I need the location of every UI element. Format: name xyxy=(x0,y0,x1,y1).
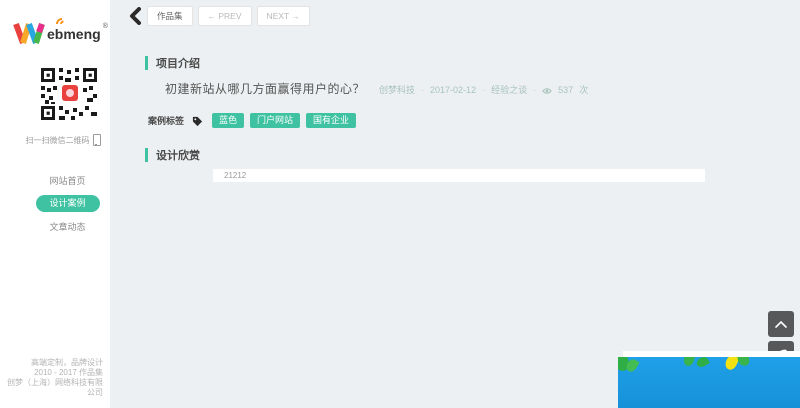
section-title: 设计欣赏 xyxy=(156,147,200,163)
tags-label: 案例标签 xyxy=(148,114,184,127)
article-title: 初建新站从哪几方面赢得用户的心？ xyxy=(165,80,365,97)
prev-button[interactable]: ← PREV xyxy=(198,6,252,26)
topbar: 作品集 ← PREV NEXT → xyxy=(147,6,310,26)
eye-icon xyxy=(542,87,552,95)
meta-separator: · xyxy=(421,85,424,95)
qr-caption-text: 扫一扫微信二维码 xyxy=(26,135,90,146)
section-project-intro: 项目介绍 xyxy=(145,55,200,71)
meta-date: 2017-02-12 xyxy=(430,85,476,95)
sidebar-item-articles[interactable]: 文章动态 xyxy=(25,216,110,237)
qr-caption: 扫一扫微信二维码 xyxy=(18,134,108,146)
wechat-qr-code xyxy=(41,68,97,120)
next-button[interactable]: NEXT → xyxy=(257,6,310,26)
sidebar-nav: 网站首页 设计案例 文章动态 xyxy=(25,170,110,237)
sidebar-item-design-cases[interactable]: 设计案例 xyxy=(36,195,100,212)
tag-icon xyxy=(192,116,203,127)
meta-separator: · xyxy=(533,85,536,95)
footer-line-years: 2010 - 2017 作品集 xyxy=(0,368,103,378)
meta-views-unit: 次 xyxy=(579,83,588,96)
brand-logo[interactable]: ebmeng ® xyxy=(12,16,108,48)
leaf-icon xyxy=(695,357,710,369)
sidebar-item-home[interactable]: 网站首页 xyxy=(25,170,110,191)
tag-state-enterprise[interactable]: 国有企业 xyxy=(306,113,356,128)
leaf-icon xyxy=(735,357,751,368)
footer-line-slogan: 高端定制，品牌设计 xyxy=(0,358,103,368)
meta-separator: · xyxy=(482,85,485,95)
portfolio-button[interactable]: 作品集 xyxy=(147,6,193,26)
smartphone-icon xyxy=(93,134,101,146)
article-header: 初建新站从哪几方面赢得用户的心？ 创梦科技 · 2017-02-12 · 经验之… xyxy=(165,80,588,97)
brand-name: ebmeng xyxy=(47,26,101,42)
logo-w-icon xyxy=(12,18,50,46)
section-title: 项目介绍 xyxy=(156,55,200,71)
sidebar-footer: 高端定制，品牌设计 2010 - 2017 作品集 创梦（上海）网络科技有限公司 xyxy=(0,358,103,398)
tag-portal-site[interactable]: 门户网站 xyxy=(250,113,300,128)
scroll-top-button[interactable] xyxy=(768,311,794,337)
section-accent-bar xyxy=(145,56,148,70)
registered-mark: ® xyxy=(103,23,108,30)
tags-row: 案例标签 蓝色 门户网站 国有企业 xyxy=(148,113,356,128)
page: ebmeng ® xyxy=(0,0,800,408)
main-area: 作品集 ← PREV NEXT → 项目介绍 初建新站从哪几方面赢得用户的心？ … xyxy=(110,0,800,408)
footer-line-company: 创梦（上海）网络科技有限公司 xyxy=(0,378,103,398)
tag-blue[interactable]: 蓝色 xyxy=(212,113,244,128)
chevron-up-icon xyxy=(774,320,788,329)
leaf-icon xyxy=(682,357,695,367)
design-content: 21212 xyxy=(213,169,705,182)
signal-arcs-icon xyxy=(54,15,68,25)
section-accent-bar xyxy=(145,148,148,162)
sidebar: ebmeng ® xyxy=(0,0,110,408)
design-preview-image[interactable] xyxy=(618,351,800,408)
preview-sky xyxy=(618,357,800,408)
article-meta: 创梦科技 · 2017-02-12 · 经验之谈 · 537 次 xyxy=(379,83,588,96)
meta-category: 经验之谈 xyxy=(491,83,527,96)
meta-views: 537 xyxy=(558,85,573,95)
section-design-gallery: 设计欣赏 xyxy=(145,147,200,163)
meta-author: 创梦科技 xyxy=(379,83,415,96)
back-chevron-icon[interactable] xyxy=(128,7,142,25)
